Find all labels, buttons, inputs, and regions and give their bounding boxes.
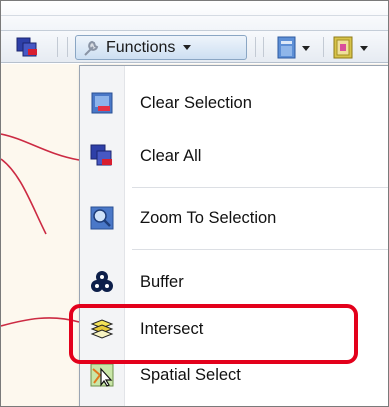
functions-dropdown-menu: Clear Selection Clear All Zoom To Select… (79, 65, 388, 406)
toolbar: Functions (1, 31, 388, 63)
document-menu-button[interactable] (277, 36, 317, 59)
map-road (1, 317, 80, 327)
wrench-icon (80, 37, 102, 59)
app-window: Functions Clear Selection Clear All Zoom… (0, 0, 389, 407)
toolbar-separator (67, 37, 68, 57)
menu-item-label: Intersect (140, 319, 204, 338)
layers-menu-button[interactable] (333, 36, 373, 59)
selection-tool-icon (16, 37, 37, 57)
menu-item-label: Spatial Select (140, 365, 241, 384)
menu-item-clear-all[interactable]: Clear All (80, 133, 388, 179)
menu-item-clear-selection[interactable]: Clear Selection (80, 80, 388, 126)
toolbar-separator (323, 37, 324, 57)
clear-all-icon (90, 144, 114, 168)
toolbar-separator (255, 37, 256, 57)
map-road (1, 133, 80, 161)
buffer-icon (90, 270, 114, 294)
menu-item-buffer[interactable]: Buffer (80, 259, 388, 305)
menu-item-zoom-to-selection[interactable]: Zoom To Selection (80, 195, 388, 241)
layers-panel-icon (333, 36, 368, 59)
map-road (1, 158, 47, 235)
menu-item-intersect[interactable]: Intersect (80, 306, 388, 352)
menu-item-label: Buffer (140, 272, 184, 291)
toolbar-separator (263, 37, 264, 57)
title-divider (1, 15, 388, 16)
functions-label: Functions (106, 38, 176, 56)
clear-selection-icon (90, 91, 114, 115)
zoom-to-selection-icon (90, 206, 114, 230)
chevron-down-icon (183, 45, 192, 50)
menu-item-label: Clear Selection (140, 93, 252, 112)
menu-item-label: Zoom To Selection (140, 208, 277, 227)
menu-item-spatial-select[interactable]: Spatial Select (80, 352, 388, 398)
selection-tool-button[interactable] (15, 36, 39, 58)
document-icon (277, 36, 310, 59)
menu-separator (132, 249, 388, 250)
menu-item-label: Clear All (140, 146, 202, 165)
functions-menu-button[interactable]: Functions (75, 35, 247, 60)
title-strip (1, 1, 388, 31)
toolbar-separator (57, 37, 58, 57)
menu-separator (132, 187, 388, 188)
spatial-select-icon (90, 363, 114, 387)
intersect-icon (90, 317, 114, 341)
